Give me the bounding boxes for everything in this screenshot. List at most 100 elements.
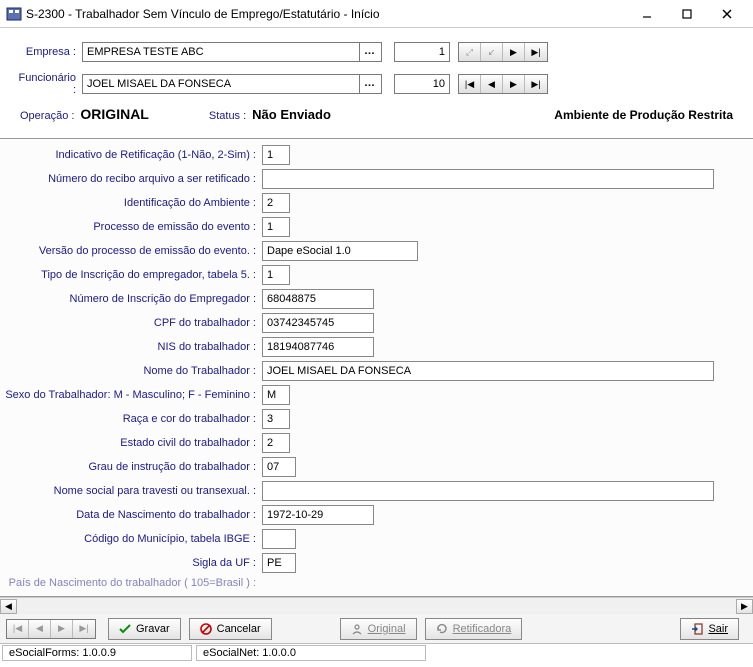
funcionario-next-button[interactable]: ▶	[503, 75, 525, 93]
empresa-num-input[interactable]	[394, 42, 450, 62]
field-row: Nome do Trabalhador :	[4, 361, 743, 381]
retificadora-label: Retificadora	[453, 623, 512, 635]
field-label: Data de Nascimento do trabalhador :	[4, 509, 262, 521]
field-input[interactable]	[262, 361, 714, 381]
field-label: Nome do Trabalhador :	[4, 365, 262, 377]
field-input[interactable]	[262, 409, 290, 429]
empresa-plot-first-icon: ⤢	[459, 43, 481, 61]
funcionario-num-input[interactable]	[394, 74, 450, 94]
field-input[interactable]	[262, 457, 296, 477]
status-forms: eSocialForms: 1.0.0.9	[2, 645, 192, 661]
empresa-lookup-button[interactable]: …	[359, 43, 379, 61]
field-input[interactable]	[262, 313, 374, 333]
empresa-plot-prev-icon: ↙	[481, 43, 503, 61]
funcionario-last-button[interactable]: ▶|	[525, 75, 547, 93]
field-row: Grau de instrução do trabalhador :	[4, 457, 743, 477]
field-input[interactable]	[262, 193, 290, 213]
gravar-button[interactable]: Gravar	[108, 618, 181, 640]
empresa-input[interactable]	[83, 43, 359, 61]
funcionario-input[interactable]	[83, 75, 359, 93]
app-icon	[6, 6, 22, 22]
field-input[interactable]	[262, 553, 296, 573]
field-input[interactable]	[262, 433, 290, 453]
field-input[interactable]	[262, 505, 374, 525]
field-row: CPF do trabalhador :	[4, 313, 743, 333]
field-row: Estado civil do trabalhador :	[4, 433, 743, 453]
field-row: Sigla da UF :	[4, 553, 743, 573]
operacao-label: Operação :	[20, 110, 74, 122]
empresa-label: Empresa :	[16, 46, 82, 58]
funcionario-nav: |◀ ◀ ▶ ▶|	[458, 74, 548, 94]
field-label: CPF do trabalhador :	[4, 317, 262, 329]
field-label: Número de Inscrição do Empregador :	[4, 293, 262, 305]
empresa-combo[interactable]: …	[82, 42, 382, 62]
field-row: Processo de emissão do evento :	[4, 217, 743, 237]
field-row: Versão do processo de emissão do evento.…	[4, 241, 743, 261]
field-input[interactable]	[262, 241, 418, 261]
field-label: Processo de emissão do evento :	[4, 221, 262, 233]
status-line: Operação : ORIGINAL Status : Não Enviado…	[16, 106, 737, 132]
empresa-nav: ⤢ ↙ ▶ ▶|	[458, 42, 548, 62]
prohibit-icon	[200, 623, 212, 635]
field-label: Número do recibo arquivo a ser retificad…	[4, 173, 262, 185]
field-row: Raça e cor do trabalhador :	[4, 409, 743, 429]
field-label: Estado civil do trabalhador :	[4, 437, 262, 449]
field-label: Identificação do Ambiente :	[4, 197, 262, 209]
field-input[interactable]	[262, 145, 290, 165]
field-label: Sigla da UF :	[4, 557, 262, 569]
field-label: Raça e cor do trabalhador :	[4, 413, 262, 425]
field-row: NIS do trabalhador :	[4, 337, 743, 357]
field-input[interactable]	[262, 529, 296, 549]
maximize-button[interactable]	[667, 1, 707, 27]
form-area[interactable]: Indicativo de Retificação (1-Não, 2-Sim)…	[0, 139, 753, 597]
status-label: Status :	[209, 110, 246, 122]
field-row: Nome social para travesti ou transexual.…	[4, 481, 743, 501]
hscroll-left-button[interactable]: ◀	[0, 599, 17, 614]
window-title: S-2300 - Trabalhador Sem Vínculo de Empr…	[26, 7, 627, 21]
selector-section: Empresa : … ⤢ ↙ ▶ ▶| Funcionário : … |◀ …	[0, 28, 753, 139]
gravar-label: Gravar	[136, 623, 170, 635]
field-row: Indicativo de Retificação (1-Não, 2-Sim)…	[4, 145, 743, 165]
empresa-last-button[interactable]: ▶|	[525, 43, 547, 61]
horizontal-scrollbar[interactable]: ◀ ▶	[0, 597, 753, 614]
rec-next-button: ▶	[51, 620, 73, 638]
rec-last-button: ▶|	[73, 620, 95, 638]
retificadora-button: Retificadora	[425, 618, 523, 640]
minimize-button[interactable]	[627, 1, 667, 27]
hscroll-right-button[interactable]: ▶	[736, 599, 753, 614]
field-label: Grau de instrução do trabalhador :	[4, 461, 262, 473]
field-input[interactable]	[262, 217, 290, 237]
field-label: Versão do processo de emissão do evento.…	[4, 245, 262, 257]
check-icon	[119, 623, 131, 635]
ambiente-label: Ambiente de Produção Restrita	[554, 108, 733, 122]
field-input[interactable]	[262, 337, 374, 357]
funcionario-first-button[interactable]: |◀	[459, 75, 481, 93]
sair-button[interactable]: Sair	[680, 618, 739, 640]
cancelar-label: Cancelar	[217, 623, 261, 635]
funcionario-lookup-button[interactable]: …	[359, 75, 379, 93]
field-input[interactable]	[262, 385, 290, 405]
funcionario-prev-button[interactable]: ◀	[481, 75, 503, 93]
rec-prev-button: ◀	[29, 620, 51, 638]
titlebar: S-2300 - Trabalhador Sem Vínculo de Empr…	[0, 0, 753, 28]
field-input[interactable]	[262, 169, 714, 189]
close-button[interactable]	[707, 1, 747, 27]
sair-label: Sair	[708, 623, 728, 635]
field-label: Nome social para travesti ou transexual.…	[4, 485, 262, 497]
field-input[interactable]	[262, 481, 714, 501]
operacao-value: ORIGINAL	[80, 106, 148, 122]
field-row: Tipo de Inscrição do empregador, tabela …	[4, 265, 743, 285]
empresa-next-button[interactable]: ▶	[503, 43, 525, 61]
field-input[interactable]	[262, 265, 290, 285]
refresh-icon	[436, 623, 448, 635]
field-label: Indicativo de Retificação (1-Não, 2-Sim)…	[4, 149, 262, 161]
funcionario-combo[interactable]: …	[82, 74, 382, 94]
funcionario-label: Funcionário :	[16, 72, 82, 96]
field-label: Tipo de Inscrição do empregador, tabela …	[4, 269, 262, 281]
field-input[interactable]	[262, 289, 374, 309]
original-label: Original	[368, 623, 406, 635]
field-row: Identificação do Ambiente :	[4, 193, 743, 213]
status-value: Não Enviado	[252, 107, 331, 122]
cancelar-button[interactable]: Cancelar	[189, 618, 272, 640]
field-row: Sexo do Trabalhador: M - Masculino; F - …	[4, 385, 743, 405]
